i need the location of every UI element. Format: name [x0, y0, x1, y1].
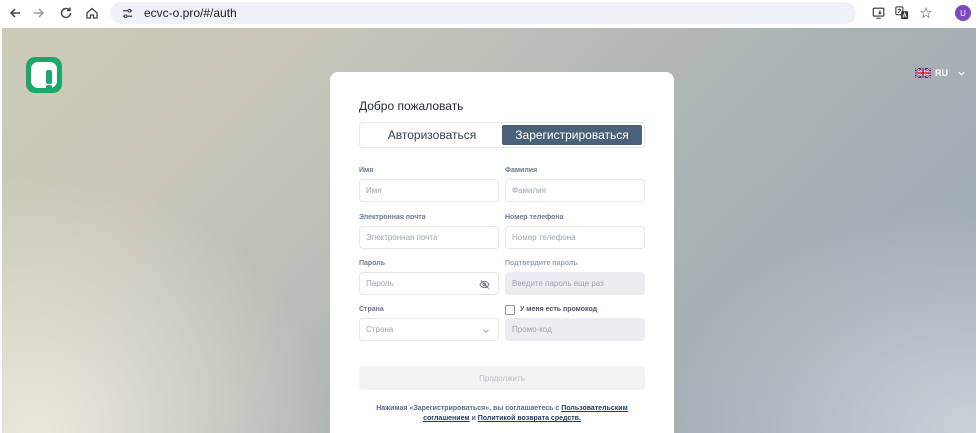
reload-icon[interactable]	[57, 4, 75, 22]
eye-off-icon[interactable]	[479, 279, 490, 290]
refund-policy-link[interactable]: Политикой возврата средств.	[478, 415, 581, 422]
address-bar[interactable]: ecvc-o.pro/#/auth	[110, 2, 856, 24]
url-text[interactable]: ecvc-o.pro/#/auth	[144, 6, 237, 20]
promo-checkbox-label[interactable]: У меня есть промокод	[520, 306, 597, 313]
auth-page: RU Добро пожаловать Авторизоваться Зарег…	[2, 28, 976, 433]
continue-button[interactable]: Продолжить	[359, 366, 645, 390]
phone-label: Номер телефона	[505, 214, 564, 221]
country-select[interactable]: Страна	[359, 318, 499, 341]
last-name-input[interactable]: Фамилия	[505, 179, 645, 202]
browser-toolbar: ecvc-o.pro/#/auth ☆ U	[0, 0, 978, 26]
phone-input[interactable]: Номер телефона	[505, 226, 645, 249]
last-name-label: Фамилия	[505, 167, 538, 174]
password-confirm-label: Подтвердите пароль	[505, 260, 578, 267]
terms-conjunction: и	[469, 415, 478, 422]
brand-logo-icon[interactable]	[26, 57, 62, 93]
password-placeholder: Пароль	[366, 279, 394, 288]
uk-flag-icon	[915, 68, 931, 78]
terms-prefix: Нажимая «Зарегистрироваться», вы соглаша…	[376, 405, 562, 412]
promo-code-input[interactable]: Промо-код	[505, 318, 645, 341]
chevron-down-icon	[958, 71, 965, 76]
email-input[interactable]: Электронная почта	[359, 226, 499, 249]
password-input[interactable]: Пароль	[359, 272, 499, 295]
home-icon[interactable]	[83, 4, 101, 22]
tab-login[interactable]: Авторизоваться	[362, 125, 502, 145]
email-label: Электронная почта	[359, 214, 426, 221]
auth-tabs: Авторизоваться Зарегистрироваться	[359, 122, 645, 148]
language-selector[interactable]: RU	[915, 68, 966, 78]
country-label: Страна	[359, 306, 384, 313]
bookmark-star-icon[interactable]: ☆	[917, 4, 935, 22]
tab-register[interactable]: Зарегистрироваться	[502, 125, 642, 145]
profile-avatar[interactable]: U	[955, 5, 971, 21]
site-info-icon[interactable]	[120, 6, 134, 20]
password-label: Пароль	[359, 260, 386, 267]
install-app-icon[interactable]	[870, 4, 888, 22]
language-code: RU	[935, 68, 948, 78]
registration-card: Добро пожаловать Авторизоваться Зарегист…	[330, 72, 674, 433]
back-arrow-icon[interactable]	[6, 4, 24, 22]
first-name-input[interactable]: Имя	[359, 179, 499, 202]
translate-icon[interactable]	[893, 4, 911, 22]
welcome-title: Добро пожаловать	[359, 99, 464, 113]
first-name-label: Имя	[359, 167, 374, 174]
terms-notice: Нажимая «Зарегистрироваться», вы соглаша…	[359, 404, 645, 424]
forward-arrow-icon[interactable]	[30, 4, 48, 22]
country-placeholder: Страна	[366, 325, 394, 334]
chevron-down-icon	[483, 329, 489, 333]
promo-checkbox[interactable]	[505, 305, 515, 315]
password-confirm-input[interactable]: Введите пароль еще раз	[505, 272, 645, 295]
